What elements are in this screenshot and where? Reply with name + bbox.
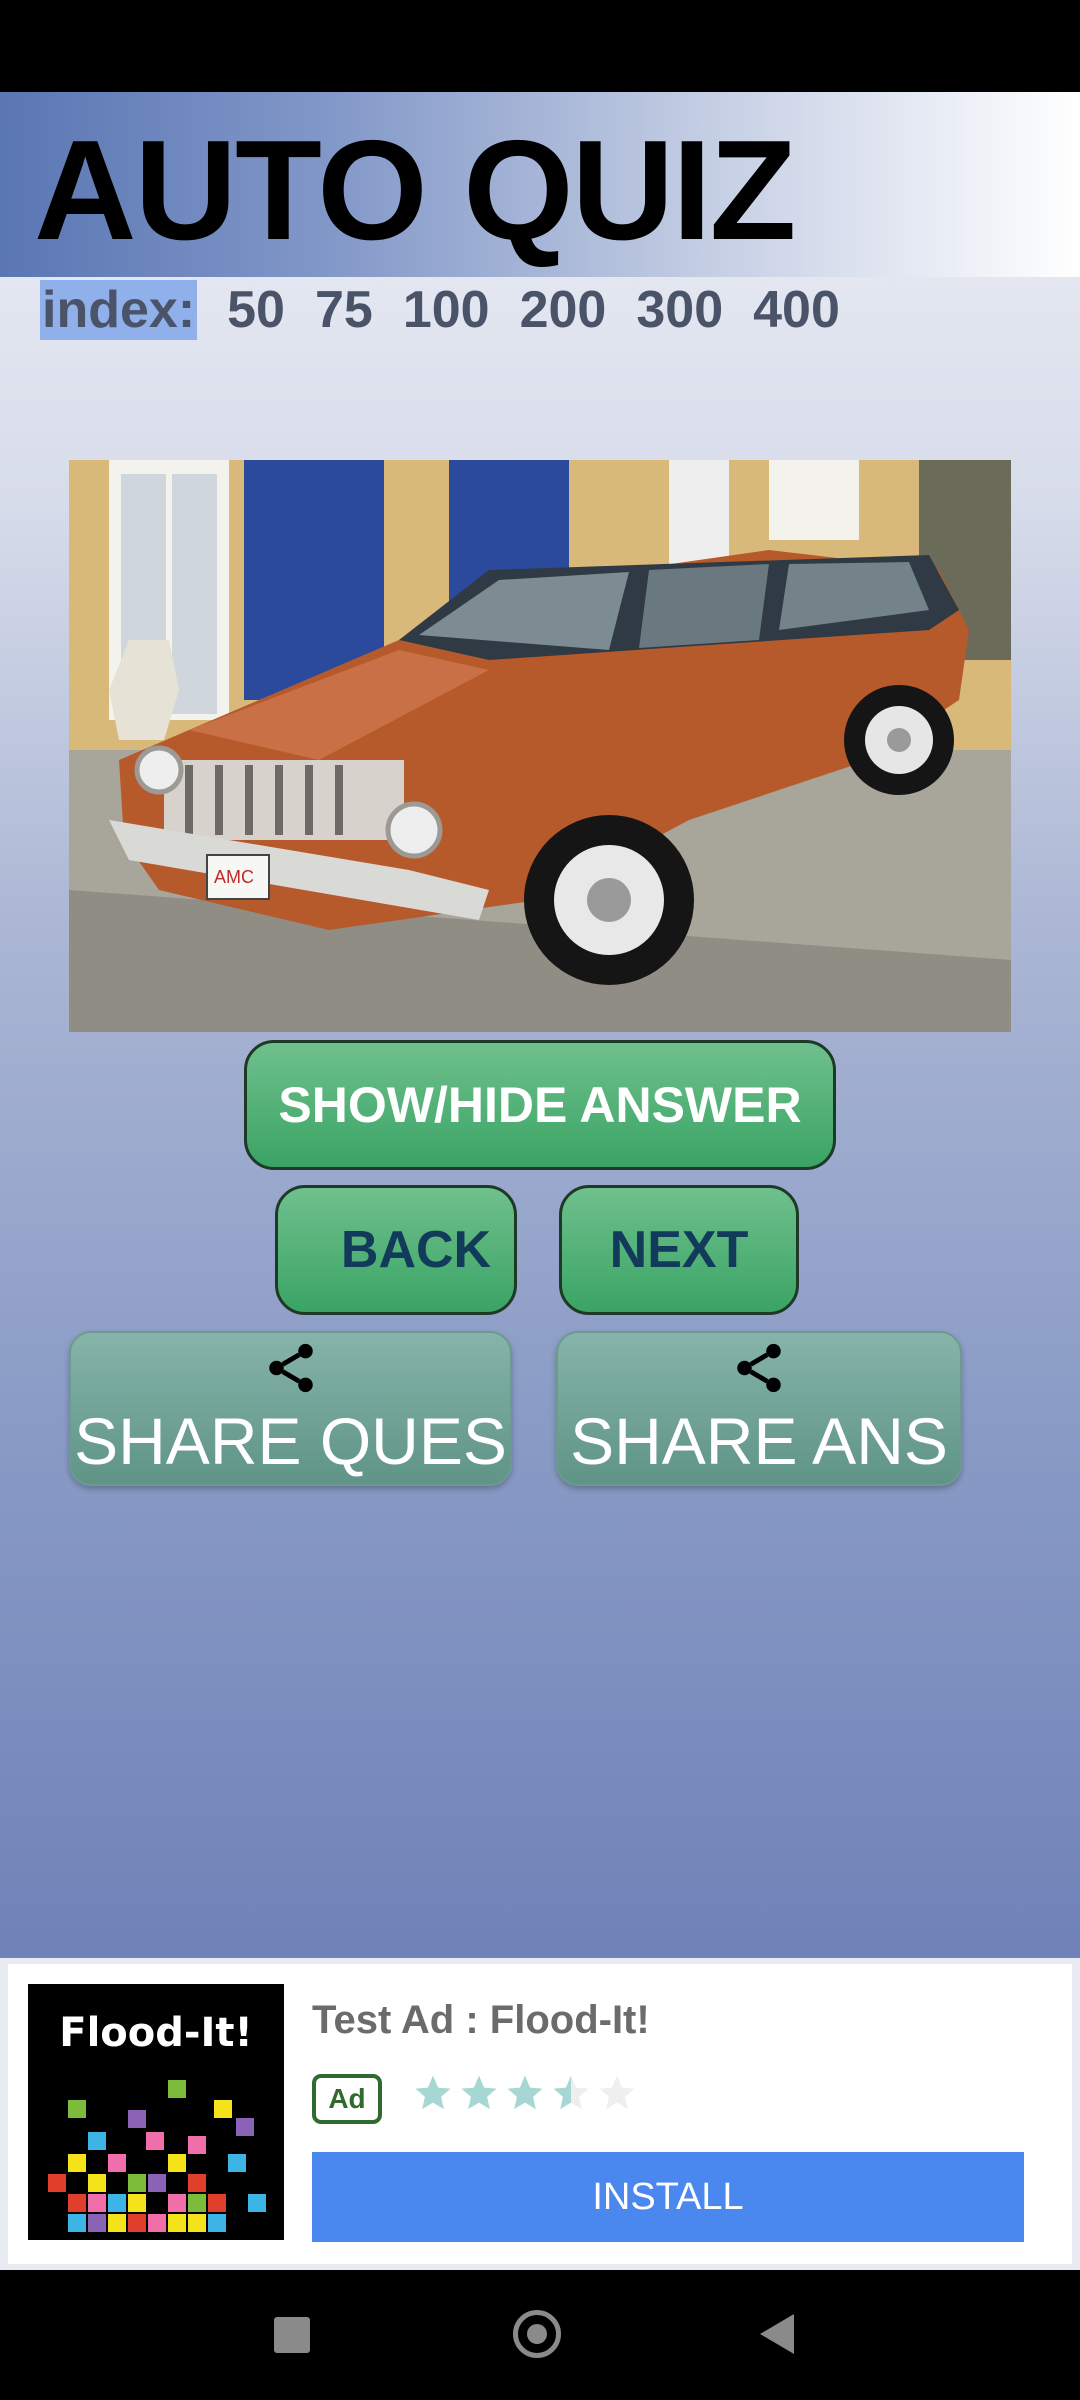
recent-apps-icon[interactable] xyxy=(274,2317,310,2353)
quiz-car-image: AMC xyxy=(69,460,1011,1032)
index-link-100[interactable]: 100 xyxy=(403,280,490,340)
share-question-button[interactable]: SHARE QUES xyxy=(69,1331,512,1486)
status-bar xyxy=(0,0,1080,92)
share-icon xyxy=(737,1343,781,1393)
car-illustration: AMC xyxy=(69,460,1011,1032)
share-icon xyxy=(268,1343,313,1393)
flood-it-tiles-icon xyxy=(48,2080,266,2232)
show-hide-answer-button[interactable]: SHOW/HIDE ANSWER xyxy=(244,1040,836,1170)
back-icon[interactable] xyxy=(760,2314,794,2354)
ad-title[interactable]: Test Ad : Flood-It! xyxy=(312,1998,650,2043)
title-band: AUTO QUIZ xyxy=(0,92,1080,277)
index-link-50[interactable]: 50 xyxy=(227,280,285,340)
home-icon[interactable] xyxy=(513,2310,561,2358)
star-full-icon xyxy=(461,2075,497,2110)
ad-card[interactable]: Flood-It! Test Ad: Flood-It! Ad INSTALL xyxy=(8,1964,1072,2264)
ad-app-logo[interactable]: Flood-It! xyxy=(28,1984,284,2240)
ad-banner: Flood-It! Test Ad: Flood-It! Ad INSTALL xyxy=(0,1958,1080,2270)
plate-text: AMC xyxy=(214,867,254,887)
back-button[interactable]: BACK xyxy=(275,1185,517,1315)
star-full-icon xyxy=(415,2075,451,2110)
star-full-icon xyxy=(507,2075,543,2110)
next-button[interactable]: NEXT xyxy=(559,1185,799,1315)
install-button[interactable]: INSTALL xyxy=(312,2152,1024,2242)
ad-badge: Ad xyxy=(312,2074,382,2124)
page-title: AUTO QUIZ xyxy=(34,111,796,270)
app-screen: AUTO QUIZ index: 50 75 100 200 300 400 A… xyxy=(0,92,1080,1958)
ad-rating-stars xyxy=(412,2072,638,2114)
index-link-400[interactable]: 400 xyxy=(753,280,840,340)
share-answer-button[interactable]: SHARE ANS xyxy=(556,1331,962,1486)
star-empty-icon xyxy=(599,2075,635,2110)
star-half-icon xyxy=(553,2075,589,2110)
share-answer-label: SHARE ANS xyxy=(570,1404,948,1478)
index-link-200[interactable]: 200 xyxy=(520,280,607,340)
share-question-label: SHARE QUES xyxy=(74,1404,507,1478)
index-link-75[interactable]: 75 xyxy=(315,280,373,340)
index-row: index: 50 75 100 200 300 400 xyxy=(40,280,840,340)
home-dot xyxy=(527,2324,547,2344)
index-link-300[interactable]: 300 xyxy=(636,280,723,340)
index-label: index: xyxy=(40,280,198,340)
